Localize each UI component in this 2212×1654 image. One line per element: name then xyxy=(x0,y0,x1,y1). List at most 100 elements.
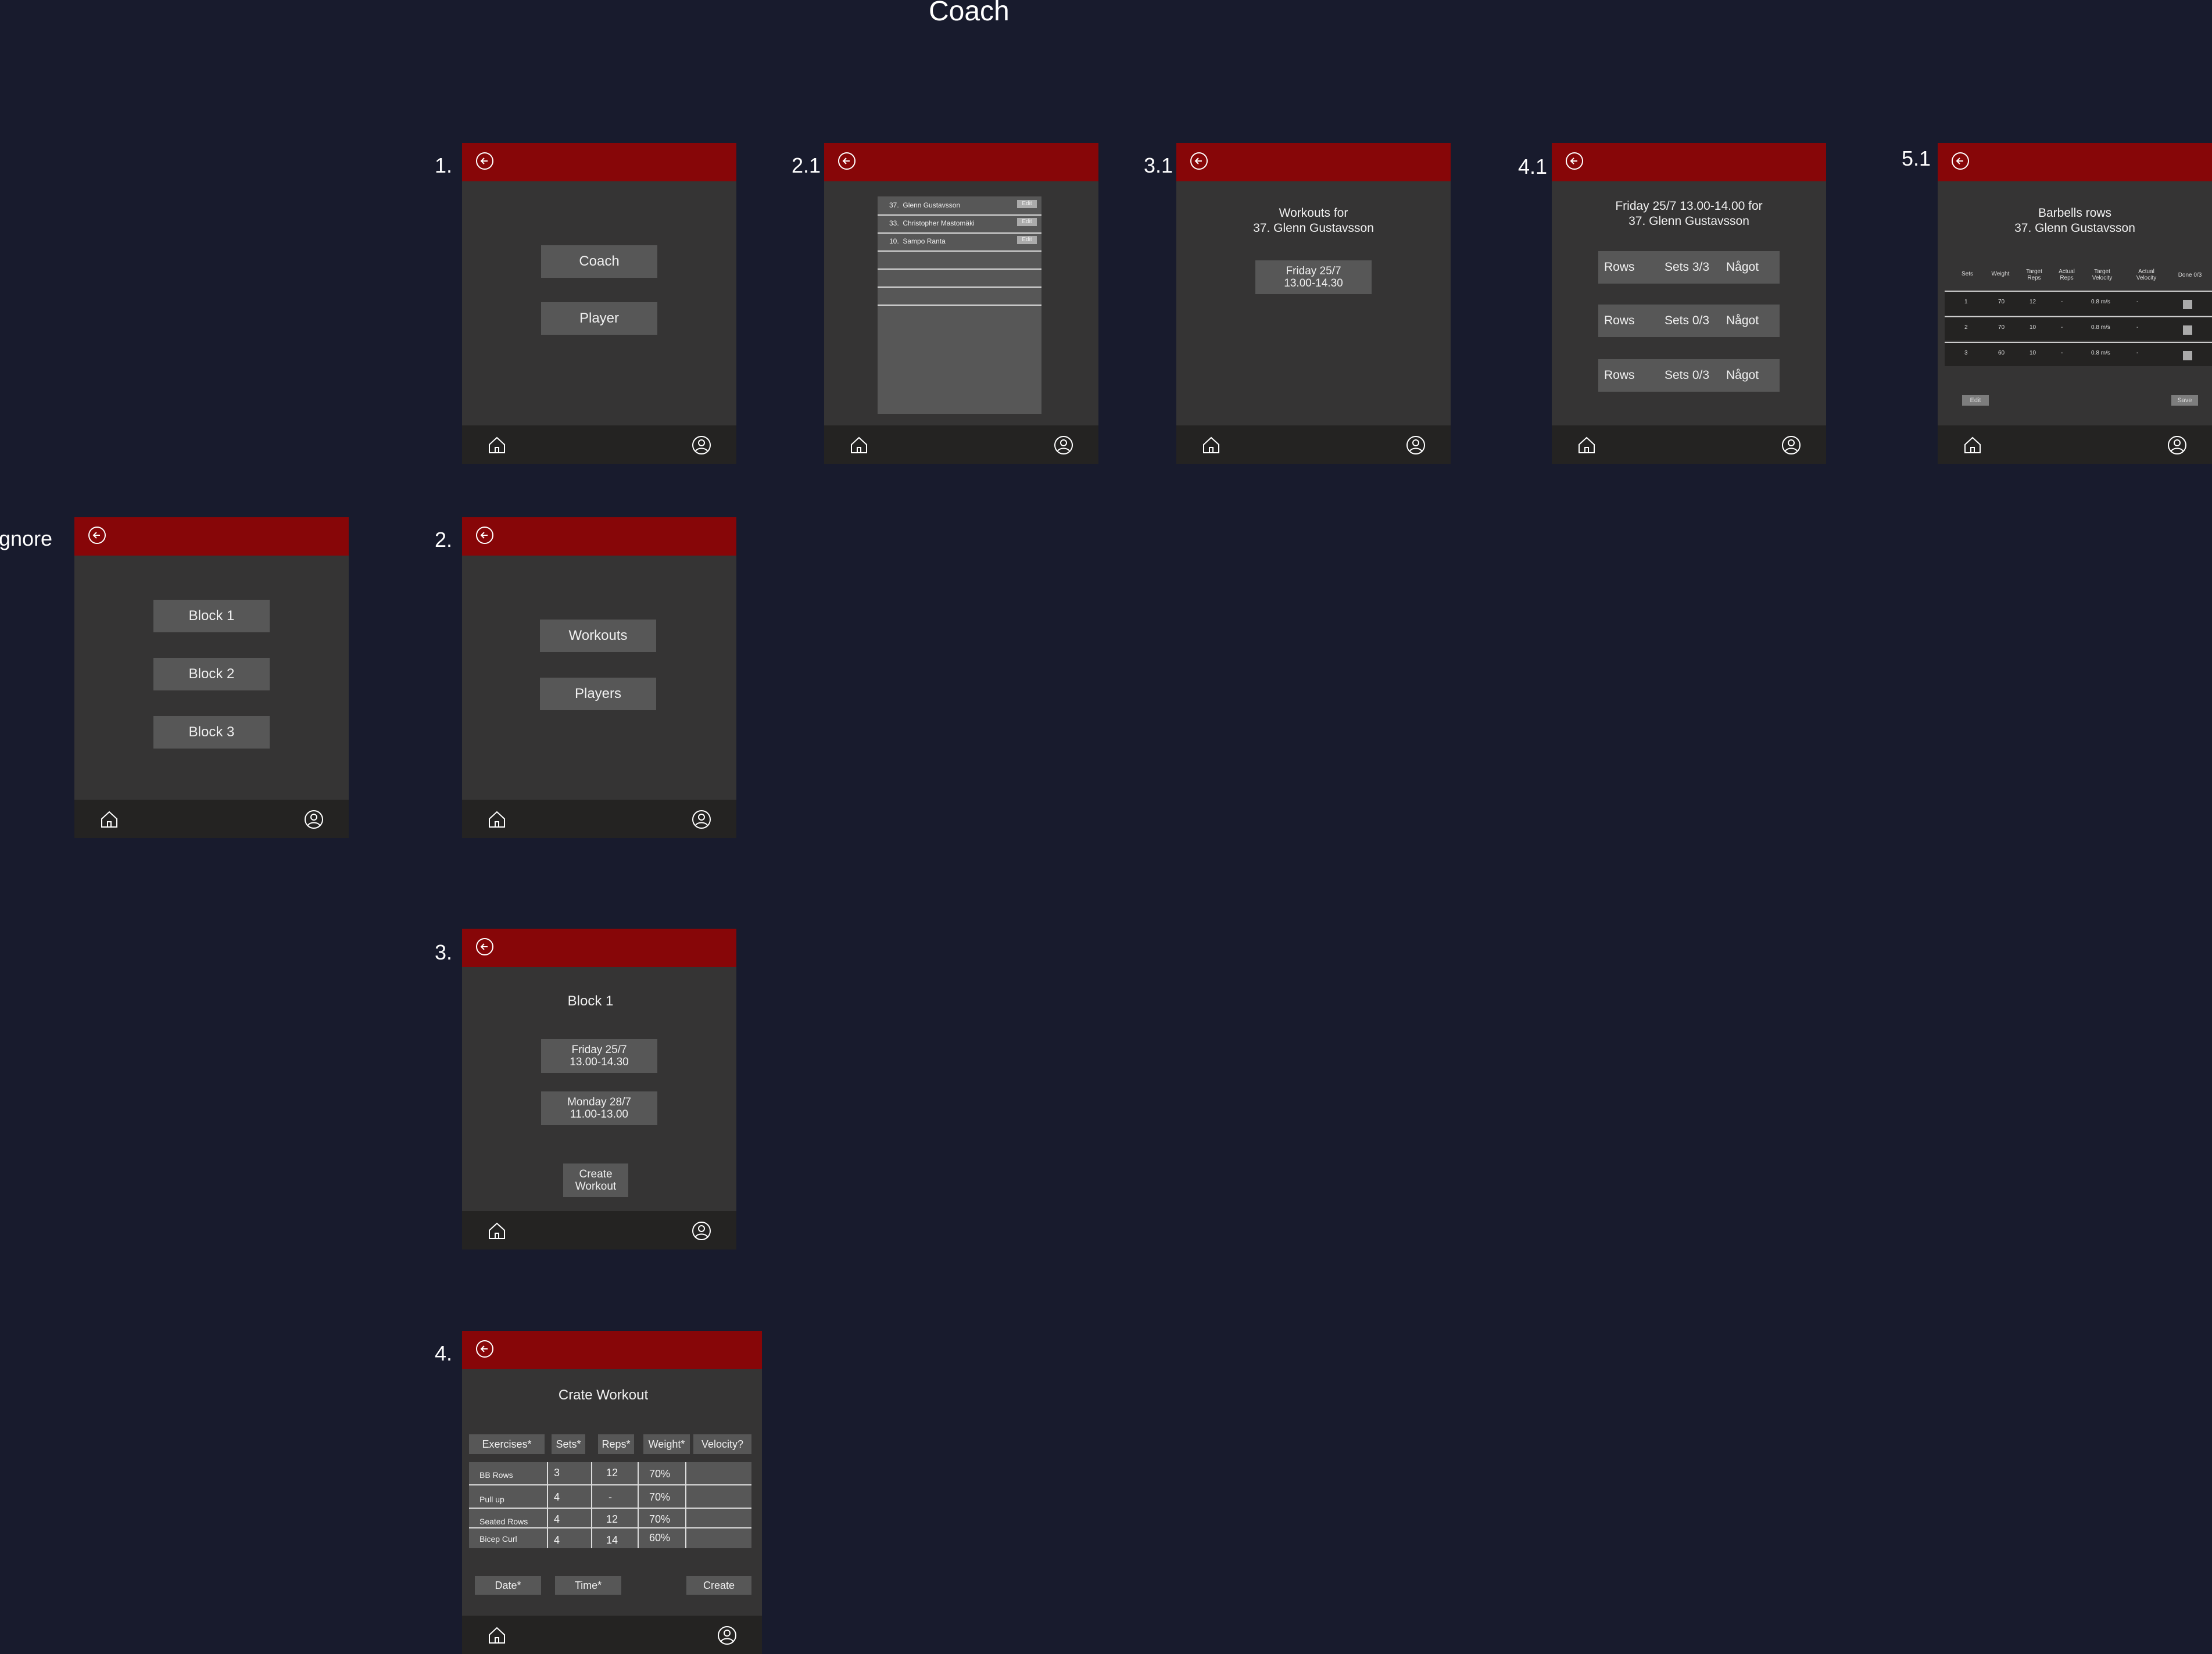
done-checkbox[interactable] xyxy=(2183,351,2192,360)
back-arrow-icon[interactable] xyxy=(476,152,493,170)
back-arrow-icon[interactable] xyxy=(476,1340,493,1358)
cell-sets[interactable]: 4 xyxy=(554,1491,560,1503)
frame-label-3: 3. xyxy=(435,940,453,964)
home-icon[interactable] xyxy=(99,809,120,830)
frame-label-3-1: 3.1 xyxy=(1144,153,1173,177)
home-icon[interactable] xyxy=(1201,435,1222,456)
exercise-row[interactable]: Rows Sets 0/3 Något xyxy=(1598,359,1780,392)
list-item[interactable]: 33. Christopher Mastomäki Edit xyxy=(878,214,1041,234)
back-arrow-icon[interactable] xyxy=(88,527,106,544)
table-row: 2 70 10 - 0.8 m/s - xyxy=(1945,316,2212,341)
home-icon[interactable] xyxy=(486,435,507,456)
cell-exercise[interactable]: Bicep Curl xyxy=(479,1534,517,1544)
cell-sets[interactable]: 4 xyxy=(554,1534,560,1546)
frame-label-2: 2. xyxy=(435,528,453,552)
column-header-actual-velocity: Actual Velocity xyxy=(2136,268,2157,281)
cell-weight[interactable]: 70% xyxy=(649,1468,670,1480)
create-label-2: Workout xyxy=(575,1180,617,1193)
bottom-bar xyxy=(824,425,1098,464)
exercise-table: BB Rows 3 12 70% Pull up 4 - 70% Seated … xyxy=(469,1462,751,1548)
cell-actual-velocity: - xyxy=(2136,299,2139,305)
date-button[interactable]: Date* xyxy=(475,1576,541,1595)
back-arrow-icon[interactable] xyxy=(1566,152,1583,170)
profile-icon[interactable] xyxy=(1405,435,1426,456)
bottom-bar xyxy=(462,425,736,464)
workout-item[interactable]: Friday 25/7 13.00-14.30 xyxy=(541,1039,657,1073)
workout-date: Friday 25/7 xyxy=(571,1044,627,1056)
create-button[interactable]: Create xyxy=(686,1576,751,1595)
profile-icon[interactable] xyxy=(691,809,712,830)
cell-reps[interactable]: 14 xyxy=(606,1534,618,1546)
profile-icon[interactable] xyxy=(1053,435,1074,456)
create-label-1: Create xyxy=(579,1168,613,1180)
cell-sets[interactable]: 3 xyxy=(554,1467,560,1479)
profile-icon[interactable] xyxy=(303,809,324,830)
cell-exercise[interactable]: Seated Rows xyxy=(479,1517,528,1526)
screen-4-1: Friday 25/7 13.00-14.00 for 37. Glenn Gu… xyxy=(1552,143,1826,464)
profile-icon[interactable] xyxy=(717,1625,738,1646)
block-3-button[interactable]: Block 3 xyxy=(153,716,270,749)
list-item[interactable]: 37. Glenn Gustavsson Edit xyxy=(878,196,1041,216)
column-header-sets: Sets* xyxy=(552,1434,585,1454)
workout-date: Monday 28/7 xyxy=(567,1096,631,1108)
exercise-extra: Något xyxy=(1726,260,1759,274)
cell-exercise[interactable]: BB Rows xyxy=(479,1470,513,1480)
cell-weight[interactable]: 60% xyxy=(649,1532,670,1544)
cell-sets[interactable]: 4 xyxy=(554,1513,560,1526)
block-1-button[interactable]: Block 1 xyxy=(153,600,270,632)
home-icon[interactable] xyxy=(486,809,507,830)
workout-time: 11.00-13.00 xyxy=(570,1108,628,1120)
home-icon[interactable] xyxy=(486,1220,507,1241)
workout-item[interactable]: Monday 28/7 11.00-13.00 xyxy=(541,1091,657,1125)
profile-icon[interactable] xyxy=(1781,435,1802,456)
cell-exercise[interactable]: Pull up xyxy=(479,1495,504,1504)
edit-button[interactable]: Edit xyxy=(1017,200,1037,208)
done-checkbox[interactable] xyxy=(2183,325,2192,335)
profile-icon[interactable] xyxy=(691,435,712,456)
column-header-reps: Reps* xyxy=(598,1434,634,1454)
profile-icon[interactable] xyxy=(2167,435,2188,456)
cell-weight[interactable]: 70% xyxy=(649,1491,670,1503)
workouts-button[interactable]: Workouts xyxy=(540,620,656,652)
cell-reps[interactable]: - xyxy=(609,1491,612,1503)
edit-button[interactable]: Edit xyxy=(1962,395,1989,406)
back-arrow-icon[interactable] xyxy=(476,527,493,544)
block-2-button[interactable]: Block 2 xyxy=(153,658,270,690)
home-icon[interactable] xyxy=(486,1625,507,1646)
save-button[interactable]: Save xyxy=(2171,395,2198,406)
top-bar xyxy=(74,517,349,556)
top-bar xyxy=(824,143,1098,181)
exercise-row[interactable]: Rows Sets 0/3 Något xyxy=(1598,305,1780,337)
column-header-actual-reps: Actual Reps xyxy=(2059,268,2075,281)
profile-icon[interactable] xyxy=(691,1220,712,1241)
create-workout-button[interactable]: Create Workout xyxy=(563,1163,628,1197)
done-checkbox[interactable] xyxy=(2183,300,2192,309)
back-arrow-icon[interactable] xyxy=(476,938,493,955)
back-arrow-icon[interactable] xyxy=(838,152,856,170)
workout-time: 13.00-14.30 xyxy=(1284,277,1343,289)
time-button[interactable]: Time* xyxy=(555,1576,621,1595)
list-item-empty xyxy=(878,268,1041,288)
cell-target-velocity: 0.8 m/s xyxy=(2091,350,2110,356)
edit-button[interactable]: Edit xyxy=(1017,218,1037,226)
screen-4: Crate Workout Exercises* Sets* Reps* Wei… xyxy=(462,1331,762,1654)
exercise-row[interactable]: Rows Sets 3/3 Något xyxy=(1598,251,1780,284)
back-arrow-icon[interactable] xyxy=(1190,152,1208,170)
home-icon[interactable] xyxy=(1576,435,1597,456)
players-button[interactable]: Players xyxy=(540,678,656,710)
home-icon[interactable] xyxy=(1962,435,1983,456)
screen-ignore: Block 1 Block 2 Block 3 xyxy=(74,517,349,838)
cell-target-reps: 10 xyxy=(2030,350,2036,356)
back-arrow-icon[interactable] xyxy=(1952,152,1969,170)
coach-button[interactable]: Coach xyxy=(541,245,657,278)
cell-set: 2 xyxy=(1964,324,1968,331)
player-button[interactable]: Player xyxy=(541,302,657,335)
list-item[interactable]: 10. Sampo Ranta Edit xyxy=(878,232,1041,252)
workout-item[interactable]: Friday 25/7 13.00-14.30 xyxy=(1255,260,1372,294)
cell-reps[interactable]: 12 xyxy=(606,1513,618,1526)
home-icon[interactable] xyxy=(849,435,869,456)
edit-button[interactable]: Edit xyxy=(1017,236,1037,244)
cell-reps[interactable]: 12 xyxy=(606,1467,618,1479)
screen-1: Coach Player xyxy=(462,143,736,464)
cell-weight[interactable]: 70% xyxy=(649,1513,670,1526)
